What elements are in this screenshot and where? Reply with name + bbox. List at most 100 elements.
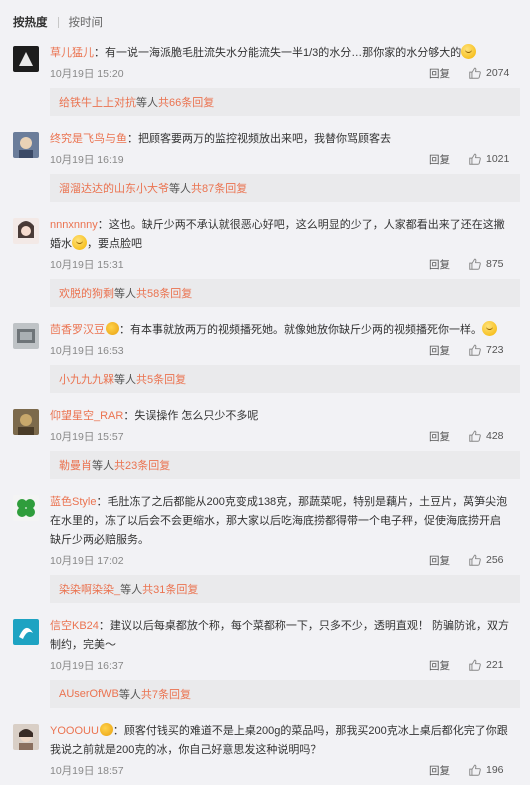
avatar[interactable] — [13, 218, 39, 244]
comment-item: YOOOUU ：顾客付钱买的难道不是上桌200g的菜品吗，那我买200克冰上桌后都… — [0, 722, 530, 785]
comment-time: 10月19日 16:53 — [50, 344, 124, 357]
reply-count: 共66条回复 — [158, 97, 215, 109]
like-count: 723 — [486, 344, 504, 356]
sort-by-time-tab[interactable]: 按时间 — [69, 14, 104, 30]
comment-username[interactable]: 信空KB24 — [50, 620, 99, 632]
sort-by-hot-tab[interactable]: 按热度 — [13, 14, 48, 30]
reply-count: 共31条回复 — [142, 584, 199, 596]
like-button[interactable]: 2074 — [468, 66, 520, 80]
avatar[interactable] — [13, 724, 39, 750]
sort-bar: 按热度 按时间 — [0, 0, 530, 44]
comment-time: 10月19日 18:57 — [50, 764, 124, 777]
avatar[interactable] — [13, 132, 39, 158]
thumbs-up-icon — [469, 554, 481, 566]
comment-text: ：毛肚冻了之后都能从200克变成138克，那蔬菜呢，特别是藕片，土豆片，莴笋尖泡… — [50, 496, 508, 546]
comment-spacer — [50, 393, 520, 407]
comment-meta: 10月19日 18:57 回复 196 — [50, 760, 520, 780]
sub-replies-link[interactable]: 给铁牛上上对抗 等人 共66条回复 — [50, 88, 520, 116]
reply-button[interactable]: 回复 — [429, 152, 450, 167]
comment-spacer — [50, 116, 520, 130]
comment-text-block: 仰望星空_RAR：失误操作 怎么只少不多呢 — [50, 407, 520, 426]
comment-username[interactable]: 草儿猛儿 — [50, 47, 94, 59]
comment-time: 10月19日 16:37 — [50, 659, 124, 672]
comment-text-block: YOOOUU ：顾客付钱买的难道不是上桌200g的菜品吗，那我买200克冰上桌后都… — [50, 722, 520, 760]
avatar[interactable] — [13, 323, 39, 349]
reply-button[interactable]: 回复 — [429, 553, 450, 568]
sub-replies-link[interactable]: 染染啊染染_ 等人 共31条回复 — [50, 575, 520, 603]
reply-connector: 等人 — [169, 183, 191, 195]
comment-meta: 10月19日 17:02 回复 256 — [50, 550, 520, 570]
thumbs-up-icon — [469, 764, 481, 776]
comment-time: 10月19日 15:57 — [50, 430, 124, 443]
comment-item: 茴香罗汉豆 ：有本事就放两万的视频播死她。就像她放你缺斤少两的视频播死你一样。 10… — [0, 321, 530, 407]
comment-item: 草儿猛儿：有一说一海派脆毛肚流失水分能流失一半1/3的水分…那你家的水分够大的 1… — [0, 44, 530, 130]
comment-meta: 10月19日 15:20 回复 2074 — [50, 63, 520, 83]
like-count: 1021 — [486, 153, 510, 165]
comment-meta: 10月19日 15:31 回复 875 — [50, 254, 520, 274]
comment-spacer — [50, 307, 520, 321]
like-button[interactable]: 196 — [468, 763, 520, 777]
sort-divider — [57, 16, 59, 28]
like-button[interactable]: 221 — [468, 658, 520, 672]
reply-count: 共5条回复 — [136, 374, 187, 386]
sub-replies-link[interactable]: 勒曼肖 等人 共23条回复 — [50, 451, 520, 479]
comment-spacer — [50, 708, 520, 722]
like-button[interactable]: 1021 — [468, 152, 520, 166]
like-count: 2074 — [486, 67, 510, 79]
comment-text: ：失误操作 怎么只少不多呢 — [123, 410, 259, 422]
like-count: 428 — [486, 430, 504, 442]
avatar[interactable] — [13, 46, 39, 72]
fan-medal-icon — [106, 322, 119, 335]
sub-replies-link[interactable]: 欢脱的狗剩 等人 共58条回复 — [50, 279, 520, 307]
comment-username[interactable]: 茴香罗汉豆 — [50, 324, 105, 336]
reply-count: 共23条回复 — [114, 460, 171, 472]
like-count: 196 — [486, 764, 504, 776]
like-button[interactable]: 875 — [468, 257, 520, 271]
smile-emoji-icon — [482, 321, 497, 336]
reply-button[interactable]: 回复 — [429, 658, 450, 673]
reply-connector: 等人 — [92, 460, 114, 472]
sub-replies-link[interactable]: 溜溜达达的山东小大爷 等人 共87条回复 — [50, 174, 520, 202]
comment-text: ：建议以后每桌都放个称，每个菜都称一下，只多不少，透明直观！ 防骗防讹，双方制约… — [50, 620, 509, 651]
comment-username[interactable]: 蓝色Style — [50, 496, 96, 508]
reply-button[interactable]: 回复 — [429, 343, 450, 358]
comment-text-block: 茴香罗汉豆 ：有本事就放两万的视频播死她。就像她放你缺斤少两的视频播死你一样。 — [50, 321, 520, 340]
avatar[interactable] — [13, 619, 39, 645]
comment-username[interactable]: nnnxnnny — [50, 219, 98, 231]
comment-spacer — [50, 479, 520, 493]
reply-button[interactable]: 回复 — [429, 763, 450, 778]
reply-connector: 等人 — [120, 584, 143, 596]
comment-username[interactable]: YOOOUU — [50, 725, 99, 737]
reply-button[interactable]: 回复 — [429, 429, 450, 444]
like-button[interactable]: 256 — [468, 553, 520, 567]
comment-time: 10月19日 16:19 — [50, 153, 124, 166]
avatar[interactable] — [13, 495, 39, 521]
comment-time: 10月19日 15:31 — [50, 258, 124, 271]
like-button[interactable]: 428 — [468, 429, 520, 443]
like-count: 221 — [486, 659, 504, 671]
comment-text: ：顾客付钱买的难道不是上桌200g的菜品吗，那我买200克冰上桌后都化完了你跟我… — [50, 725, 508, 756]
reply-username: 溜溜达达的山东小大爷 — [59, 183, 169, 195]
reply-count: 共7条回复 — [140, 689, 192, 701]
comment-username[interactable]: 仰望星空_RAR — [50, 410, 123, 422]
comment-item: 蓝色Style：毛肚冻了之后都能从200克变成138克，那蔬菜呢，特别是藕片，土… — [0, 493, 530, 617]
reply-button[interactable]: 回复 — [429, 257, 450, 272]
comment-text: ：把顾客要两万的监控视频放出来吧，我替你骂顾客去 — [127, 133, 391, 145]
reply-username: 染染啊染染_ — [59, 584, 121, 596]
sub-replies-link[interactable]: AUserOfWB 等人 共7条回复 — [50, 680, 520, 708]
thumbs-up-icon — [469, 258, 481, 270]
avatar[interactable] — [13, 409, 39, 435]
comment-meta: 10月19日 16:19 回复 1021 — [50, 149, 520, 169]
reply-username: 给铁牛上上对抗 — [59, 97, 136, 109]
comment-item: 信空KB24：建议以后每桌都放个称，每个菜都称一下，只多不少，透明直观！ 防骗防… — [0, 617, 530, 722]
comment-list: 草儿猛儿：有一说一海派脆毛肚流失水分能流失一半1/3的水分…那你家的水分够大的 1… — [0, 44, 530, 785]
comment-text: ：有一说一海派脆毛肚流失水分能流失一半1/3的水分…那你家的水分够大的 — [94, 47, 462, 59]
comment-meta: 10月19日 16:37 回复 221 — [50, 655, 520, 675]
comment-spacer — [50, 603, 520, 617]
sub-replies-link[interactable]: 小九九九槑 等人 共5条回复 — [50, 365, 520, 393]
comment-text-block: 草儿猛儿：有一说一海派脆毛肚流失水分能流失一半1/3的水分…那你家的水分够大的 — [50, 44, 520, 63]
reply-button[interactable]: 回复 — [429, 66, 450, 81]
like-button[interactable]: 723 — [468, 343, 520, 357]
comment-time: 10月19日 15:20 — [50, 67, 124, 80]
comment-username[interactable]: 终究是飞鸟与鱼 — [50, 133, 127, 145]
